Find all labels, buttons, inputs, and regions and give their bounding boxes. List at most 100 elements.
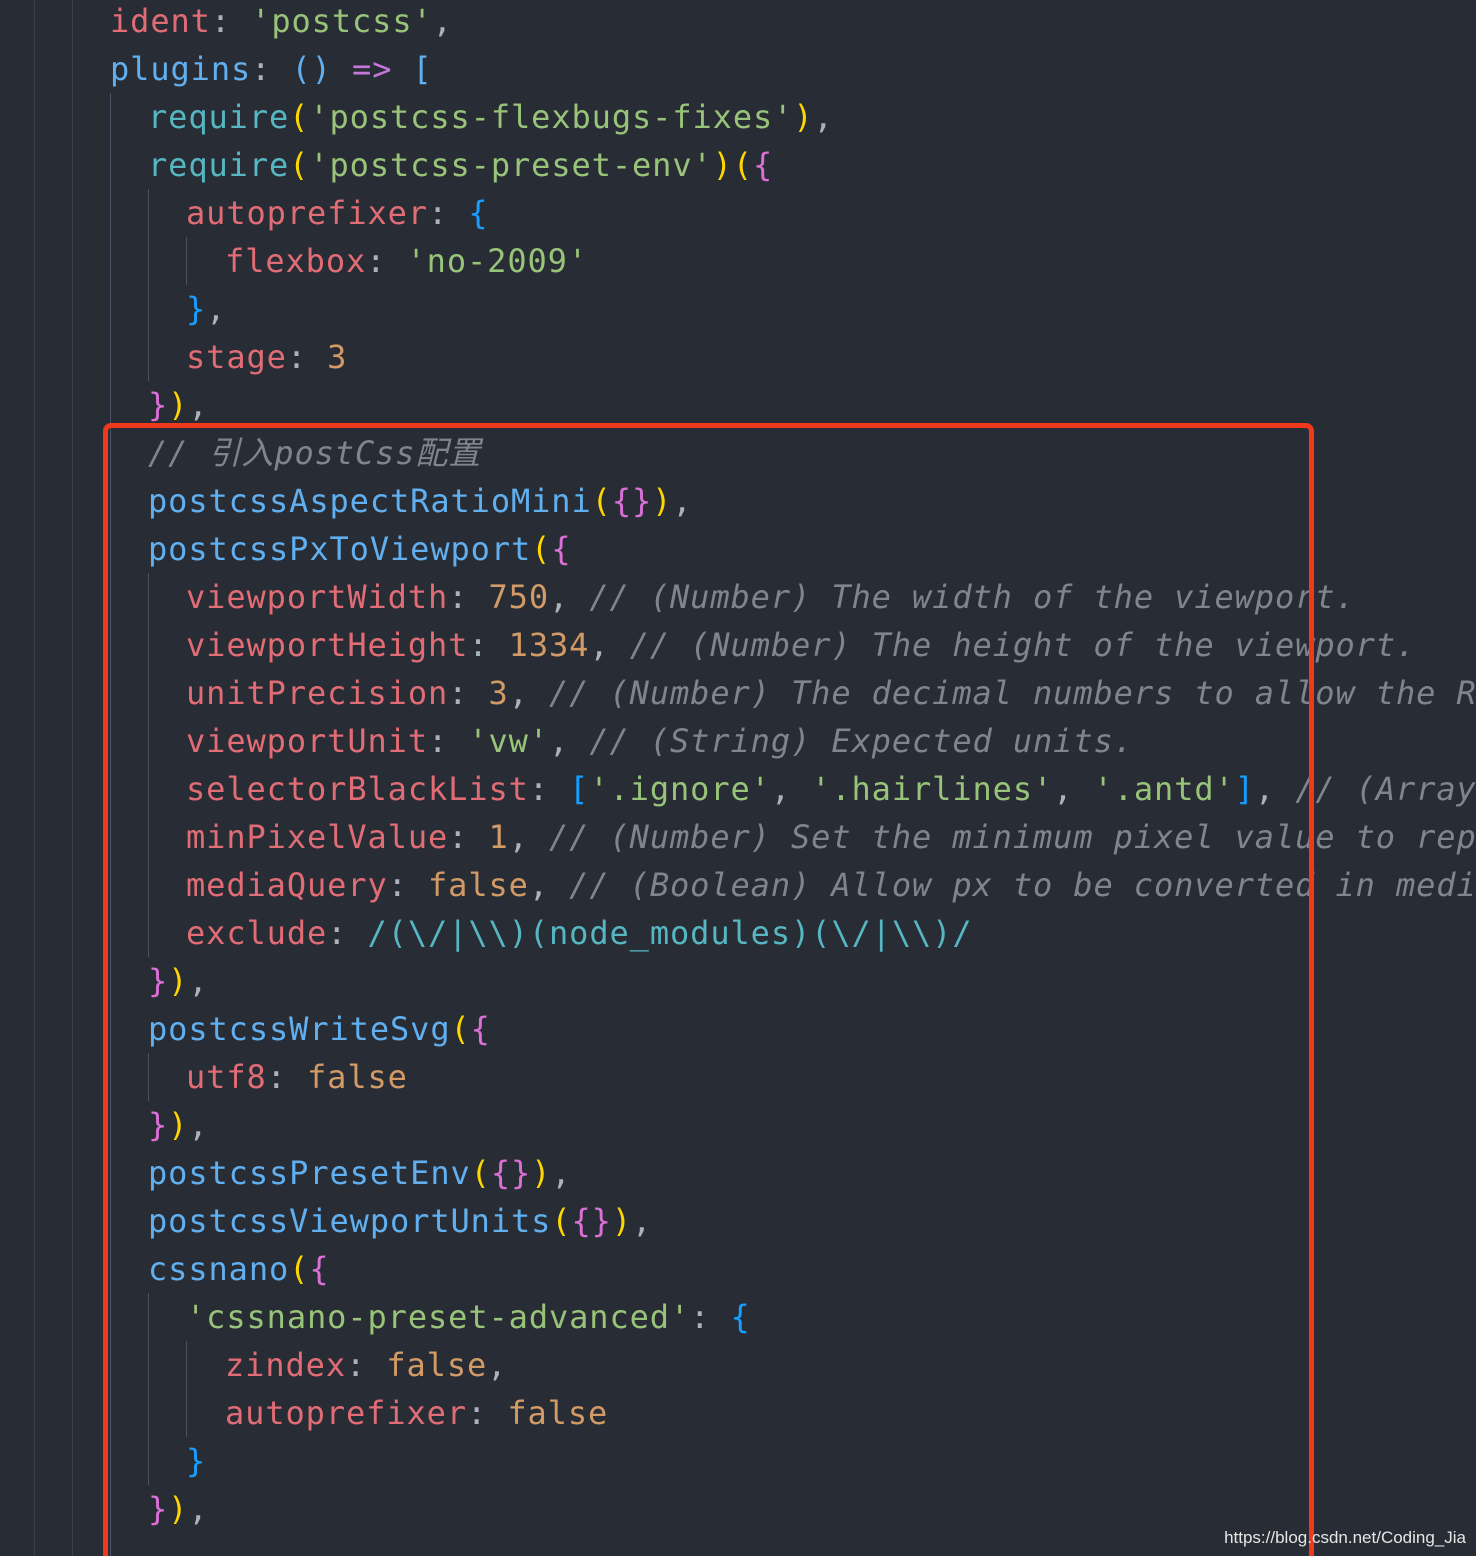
code-token: {: [468, 194, 489, 232]
code-token: {}: [490, 1154, 532, 1192]
code-token: ,: [508, 674, 550, 712]
code-token: // (Number) The height of the viewport.: [629, 626, 1417, 664]
code-token: {: [551, 530, 572, 568]
code-token: ): [712, 146, 733, 184]
code-token: false: [428, 866, 529, 904]
code-token: :: [266, 1058, 308, 1096]
code-token: 750: [488, 578, 549, 616]
code-token: mediaQuery: [186, 866, 388, 904]
code-token: ,: [813, 98, 834, 136]
indent-guide: [148, 573, 149, 957]
code-line: }),: [148, 1101, 209, 1149]
code-line: }),: [148, 957, 209, 1005]
code-token: }: [148, 962, 169, 1000]
code-token: ,: [508, 818, 550, 856]
code-token: ,: [188, 1106, 209, 1144]
code-token: :: [448, 578, 489, 616]
indent-guide: [148, 189, 149, 381]
code-token: ,: [770, 770, 812, 808]
code-token: ): [531, 1154, 552, 1192]
code-token: utf8: [186, 1058, 267, 1096]
code-line: }),: [148, 1485, 209, 1533]
code-token: unitPrecision: [186, 674, 449, 712]
indent-guide: [148, 1053, 149, 1101]
indent-guide: [34, 0, 35, 1556]
code-token: :: [210, 2, 252, 40]
code-token: :: [387, 866, 428, 904]
code-token: zindex: [225, 1346, 346, 1384]
code-token: 3: [327, 338, 348, 376]
code-token: postcssAspectRatioMini: [148, 482, 592, 520]
code-token: (: [732, 146, 753, 184]
code-line: autoprefixer: false: [225, 1389, 608, 1437]
code-token: cssnano: [148, 1250, 290, 1288]
code-token: ,: [1053, 770, 1094, 808]
code-line: ident: 'postcss',: [110, 0, 453, 45]
code-line: require('postcss-flexbugs-fixes'),: [148, 93, 834, 141]
code-line: mediaQuery: false, // (Boolean) Allow px…: [186, 861, 1476, 909]
code-token: // (Number) The width of the viewport.: [589, 578, 1356, 616]
code-token: 'cssnano-preset-advanced': [186, 1298, 691, 1336]
code-token: {: [730, 1298, 751, 1336]
code-token: 'postcss-preset-env': [309, 146, 713, 184]
code-token: '.ignore': [589, 770, 771, 808]
code-token: (: [450, 1010, 471, 1048]
code-line: plugins: () => [: [110, 45, 433, 93]
code-token: 3: [488, 674, 509, 712]
code-token: :: [467, 1394, 508, 1432]
code-token: 'no-2009': [406, 242, 589, 280]
code-token: ,: [632, 1202, 653, 1240]
code-token: (: [289, 98, 310, 136]
code-line: viewportHeight: 1334, // (Number) The he…: [186, 621, 1416, 669]
code-token: ): [168, 962, 189, 1000]
indent-guide: [186, 237, 187, 285]
indent-guide: [186, 1341, 187, 1437]
code-line: selectorBlackList: ['.ignore', '.hairlin…: [186, 765, 1476, 813]
code-line: postcssPresetEnv({}),: [148, 1149, 572, 1197]
code-line: postcssWriteSvg({: [148, 1005, 491, 1053]
code-token: false: [507, 1394, 609, 1432]
code-token: false: [307, 1058, 408, 1096]
code-line: 'cssnano-preset-advanced': {: [186, 1293, 751, 1341]
code-token: ): [652, 482, 673, 520]
code-token: [: [412, 50, 433, 88]
code-token: ): [168, 386, 189, 424]
code-line: flexbox: 'no-2009': [225, 237, 588, 285]
code-token: ): [793, 98, 814, 136]
code-editor[interactable]: ident: 'postcss', plugins: () => [require…: [0, 0, 1476, 1556]
code-token: :: [428, 194, 469, 232]
code-token: postcssWriteSvg: [148, 1010, 451, 1048]
code-token: ,: [549, 722, 590, 760]
code-token: ,: [188, 962, 209, 1000]
code-token: {}: [571, 1202, 612, 1240]
code-token: }: [186, 1442, 207, 1480]
code-line: zindex: false,: [225, 1341, 507, 1389]
code-token: '.antd': [1093, 770, 1235, 808]
code-token: }: [186, 290, 207, 328]
code-token: :: [251, 50, 292, 88]
code-token: ,: [672, 482, 693, 520]
code-token: 1334: [508, 626, 590, 664]
code-line: minPixelValue: 1, // (Number) Set the mi…: [186, 813, 1476, 861]
code-token: {: [470, 1010, 491, 1048]
code-token: :: [468, 626, 509, 664]
code-token: {: [309, 1250, 330, 1288]
code-token: ): [168, 1106, 189, 1144]
code-token: // (Number) The decimal numbers to allow…: [549, 674, 1476, 712]
code-token: :: [448, 674, 489, 712]
code-token: viewportUnit: [186, 722, 428, 760]
code-token: :: [690, 1298, 731, 1336]
code-token: }: [148, 1490, 169, 1528]
code-token: ident: [110, 2, 211, 40]
code-token: ,: [549, 578, 590, 616]
code-token: // (String) Expected units.: [589, 722, 1134, 760]
code-token: autoprefixer: [225, 1394, 467, 1432]
code-token: ,: [432, 2, 453, 40]
code-line: postcssPxToViewport({: [148, 525, 572, 573]
code-line: require('postcss-preset-env')({: [148, 141, 773, 189]
code-token: ]: [1234, 770, 1255, 808]
code-token: stage: [186, 338, 287, 376]
code-token: autoprefixer: [186, 194, 428, 232]
code-token: {: [753, 146, 774, 184]
